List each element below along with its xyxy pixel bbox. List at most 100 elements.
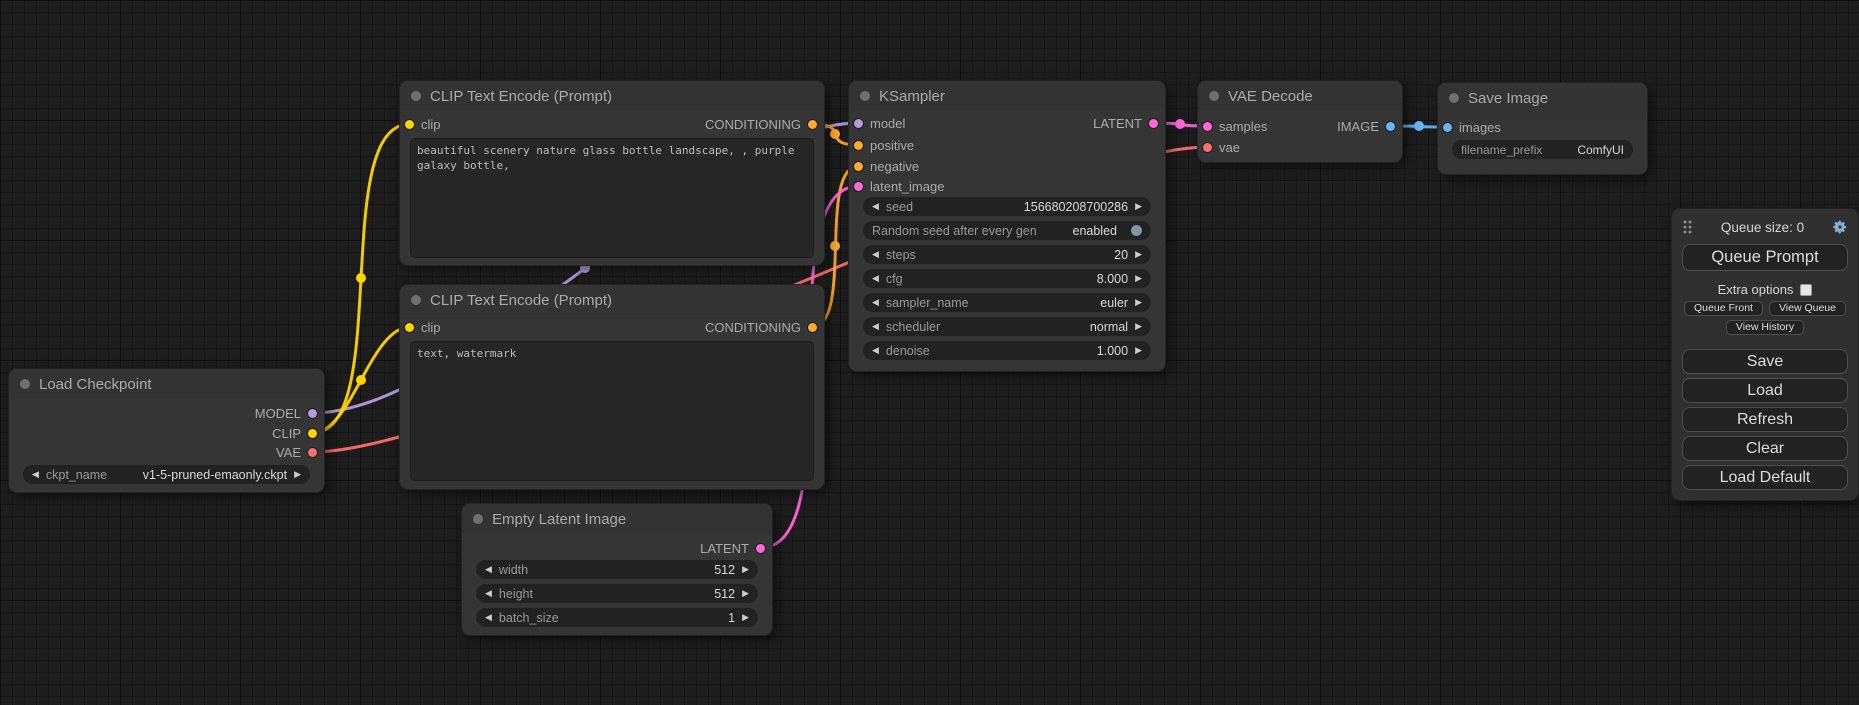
widget-label: filename_prefix — [1461, 143, 1542, 157]
node-clip-text-encode-positive[interactable]: CLIP Text Encode (Prompt) clip CONDITION… — [400, 81, 824, 265]
random-seed-widget[interactable]: Random seed after every gen enabled — [863, 221, 1151, 240]
node-save-image[interactable]: Save Image images filename_prefix ComfyU… — [1438, 83, 1647, 174]
increment-icon[interactable]: ▶ — [742, 565, 749, 574]
ckpt-name-widget[interactable]: ◀ ckpt_name v1-5-pruned-emaonly.ckpt ▶ — [23, 465, 310, 484]
prompt-textarea[interactable]: beautiful scenery nature glass bottle la… — [410, 138, 814, 258]
batch-size-widget[interactable]: ◀ batch_size 1 ▶ — [476, 608, 758, 627]
decrement-icon[interactable]: ◀ — [32, 470, 39, 479]
graph-canvas[interactable]: Load Checkpoint MODEL CLIP VAE ◀ ckpt_na… — [0, 0, 1859, 705]
node-load-checkpoint[interactable]: Load Checkpoint MODEL CLIP VAE ◀ ckpt_na… — [9, 369, 324, 492]
vae-port-dot[interactable] — [1203, 143, 1212, 152]
increment-icon[interactable]: ▶ — [294, 470, 301, 479]
view-queue-button[interactable]: View Queue — [1769, 301, 1846, 316]
decrement-icon[interactable]: ◀ — [872, 322, 879, 331]
widget-value: 8.000 — [1097, 272, 1128, 286]
port-label: negative — [870, 159, 919, 174]
image-port-dot[interactable] — [1443, 123, 1452, 132]
cfg-widget[interactable]: ◀ cfg 8.000 ▶ — [863, 269, 1151, 288]
refresh-button[interactable]: Refresh — [1682, 407, 1848, 432]
node-header[interactable]: CLIP Text Encode (Prompt) — [400, 285, 824, 315]
collapse-dot-icon[interactable] — [1209, 91, 1219, 101]
node-header[interactable]: Save Image — [1438, 83, 1647, 113]
vae-port-dot[interactable] — [308, 448, 317, 457]
width-widget[interactable]: ◀ width 512 ▶ — [476, 560, 758, 579]
collapse-dot-icon[interactable] — [20, 379, 30, 389]
increment-icon[interactable]: ▶ — [1135, 346, 1142, 355]
node-empty-latent-image[interactable]: Empty Latent Image LATENT ◀ width 512 ▶ … — [462, 504, 772, 635]
latent-port-dot[interactable] — [756, 544, 765, 553]
widget-label: Random seed after every gen — [872, 224, 1037, 238]
load-button[interactable]: Load — [1682, 378, 1848, 403]
extra-options-checkbox[interactable] — [1800, 284, 1812, 296]
prompt-textarea[interactable]: text, watermark — [410, 341, 814, 481]
widget-value: 512 — [714, 563, 735, 577]
increment-icon[interactable]: ▶ — [1135, 298, 1142, 307]
load-default-button[interactable]: Load Default — [1682, 465, 1848, 490]
port-label: CONDITIONING — [705, 320, 801, 335]
latent-port-dot[interactable] — [1149, 119, 1158, 128]
scheduler-widget[interactable]: ◀ scheduler normal ▶ — [863, 317, 1151, 336]
increment-icon[interactable]: ▶ — [1135, 322, 1142, 331]
clear-button[interactable]: Clear — [1682, 436, 1848, 461]
port-output-clip: CLIP — [272, 424, 317, 442]
collapse-dot-icon[interactable] — [473, 514, 483, 524]
queue-front-button[interactable]: Queue Front — [1684, 301, 1763, 316]
image-port-dot[interactable] — [1386, 122, 1395, 131]
node-header[interactable]: VAE Decode — [1198, 81, 1402, 111]
decrement-icon[interactable]: ◀ — [872, 274, 879, 283]
conditioning-port-dot[interactable] — [808, 323, 817, 332]
collapse-dot-icon[interactable] — [1449, 93, 1459, 103]
queue-prompt-button[interactable]: Queue Prompt — [1682, 244, 1848, 271]
increment-icon[interactable]: ▶ — [742, 589, 749, 598]
port-output-image: IMAGE — [1337, 117, 1395, 135]
wire-midpoint-dot — [356, 273, 366, 283]
view-history-button[interactable]: View History — [1726, 320, 1804, 335]
model-port-dot[interactable] — [854, 119, 863, 128]
collapse-dot-icon[interactable] — [411, 295, 421, 305]
decrement-icon[interactable]: ◀ — [485, 613, 492, 622]
model-port-dot[interactable] — [308, 409, 317, 418]
port-label: VAE — [276, 445, 301, 460]
node-vae-decode[interactable]: VAE Decode samples vae IMAGE — [1198, 81, 1402, 162]
clip-port-dot[interactable] — [405, 120, 414, 129]
steps-widget[interactable]: ◀ steps 20 ▶ — [863, 245, 1151, 264]
decrement-icon[interactable]: ◀ — [872, 298, 879, 307]
increment-icon[interactable]: ▶ — [742, 613, 749, 622]
toggle-dot-icon[interactable] — [1131, 225, 1142, 236]
settings-gear-icon[interactable] — [1832, 219, 1848, 235]
latent-port-dot[interactable] — [854, 182, 863, 191]
clip-port-dot[interactable] — [308, 429, 317, 438]
collapse-dot-icon[interactable] — [860, 91, 870, 101]
decrement-icon[interactable]: ◀ — [485, 565, 492, 574]
increment-icon[interactable]: ▶ — [1135, 202, 1142, 211]
drag-handle-icon[interactable] — [1682, 219, 1693, 235]
port-output-conditioning: CONDITIONING — [705, 115, 817, 133]
filename-prefix-widget[interactable]: filename_prefix ComfyUI — [1452, 140, 1633, 159]
conditioning-port-dot[interactable] — [854, 141, 863, 150]
widget-value: enabled — [1073, 224, 1118, 238]
seed-widget[interactable]: ◀ seed 156680208700286 ▶ — [863, 197, 1151, 216]
clip-port-dot[interactable] — [405, 323, 414, 332]
node-ksampler[interactable]: KSampler model positive negative latent_… — [849, 81, 1165, 371]
node-header[interactable]: Empty Latent Image — [462, 504, 772, 534]
decrement-icon[interactable]: ◀ — [872, 346, 879, 355]
node-header[interactable]: CLIP Text Encode (Prompt) — [400, 81, 824, 111]
conditioning-port-dot[interactable] — [854, 162, 863, 171]
save-button[interactable]: Save — [1682, 349, 1848, 374]
conditioning-port-dot[interactable] — [808, 120, 817, 129]
node-header[interactable]: Load Checkpoint — [9, 369, 324, 399]
latent-port-dot[interactable] — [1203, 122, 1212, 131]
decrement-icon[interactable]: ◀ — [485, 589, 492, 598]
decrement-icon[interactable]: ◀ — [872, 202, 879, 211]
port-input-negative: negative — [854, 157, 919, 175]
node-header[interactable]: KSampler — [849, 81, 1165, 111]
collapse-dot-icon[interactable] — [411, 91, 421, 101]
denoise-widget[interactable]: ◀ denoise 1.000 ▶ — [863, 341, 1151, 360]
increment-icon[interactable]: ▶ — [1135, 250, 1142, 259]
decrement-icon[interactable]: ◀ — [872, 250, 879, 259]
height-widget[interactable]: ◀ height 512 ▶ — [476, 584, 758, 603]
increment-icon[interactable]: ▶ — [1135, 274, 1142, 283]
sampler-name-widget[interactable]: ◀ sampler_name euler ▶ — [863, 293, 1151, 312]
port-label: CONDITIONING — [705, 117, 801, 132]
node-clip-text-encode-negative[interactable]: CLIP Text Encode (Prompt) clip CONDITION… — [400, 285, 824, 489]
